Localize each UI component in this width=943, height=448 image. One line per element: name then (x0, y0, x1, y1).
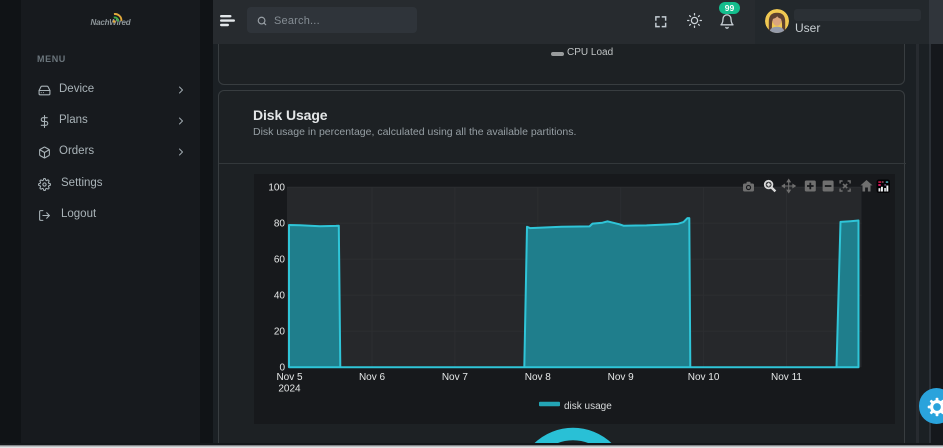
svg-text:Nov 10: Nov 10 (687, 372, 719, 383)
svg-text:40: 40 (273, 291, 285, 302)
svg-text:Nov 6: Nov 6 (358, 372, 385, 383)
svg-text:Nov 8: Nov 8 (524, 372, 551, 383)
svg-text:60: 60 (273, 255, 285, 266)
svg-text:Nov 5: Nov 5 (276, 372, 303, 383)
svg-text:2024: 2024 (278, 384, 301, 395)
svg-text:disk usage: disk usage (564, 401, 612, 412)
svg-text:20: 20 (273, 327, 285, 338)
svg-text:80: 80 (273, 219, 285, 230)
svg-text:Nov 11: Nov 11 (771, 372, 802, 383)
svg-text:Nov 9: Nov 9 (607, 372, 634, 383)
svg-text:100: 100 (268, 183, 285, 194)
svg-text:Nov 7: Nov 7 (441, 372, 468, 383)
